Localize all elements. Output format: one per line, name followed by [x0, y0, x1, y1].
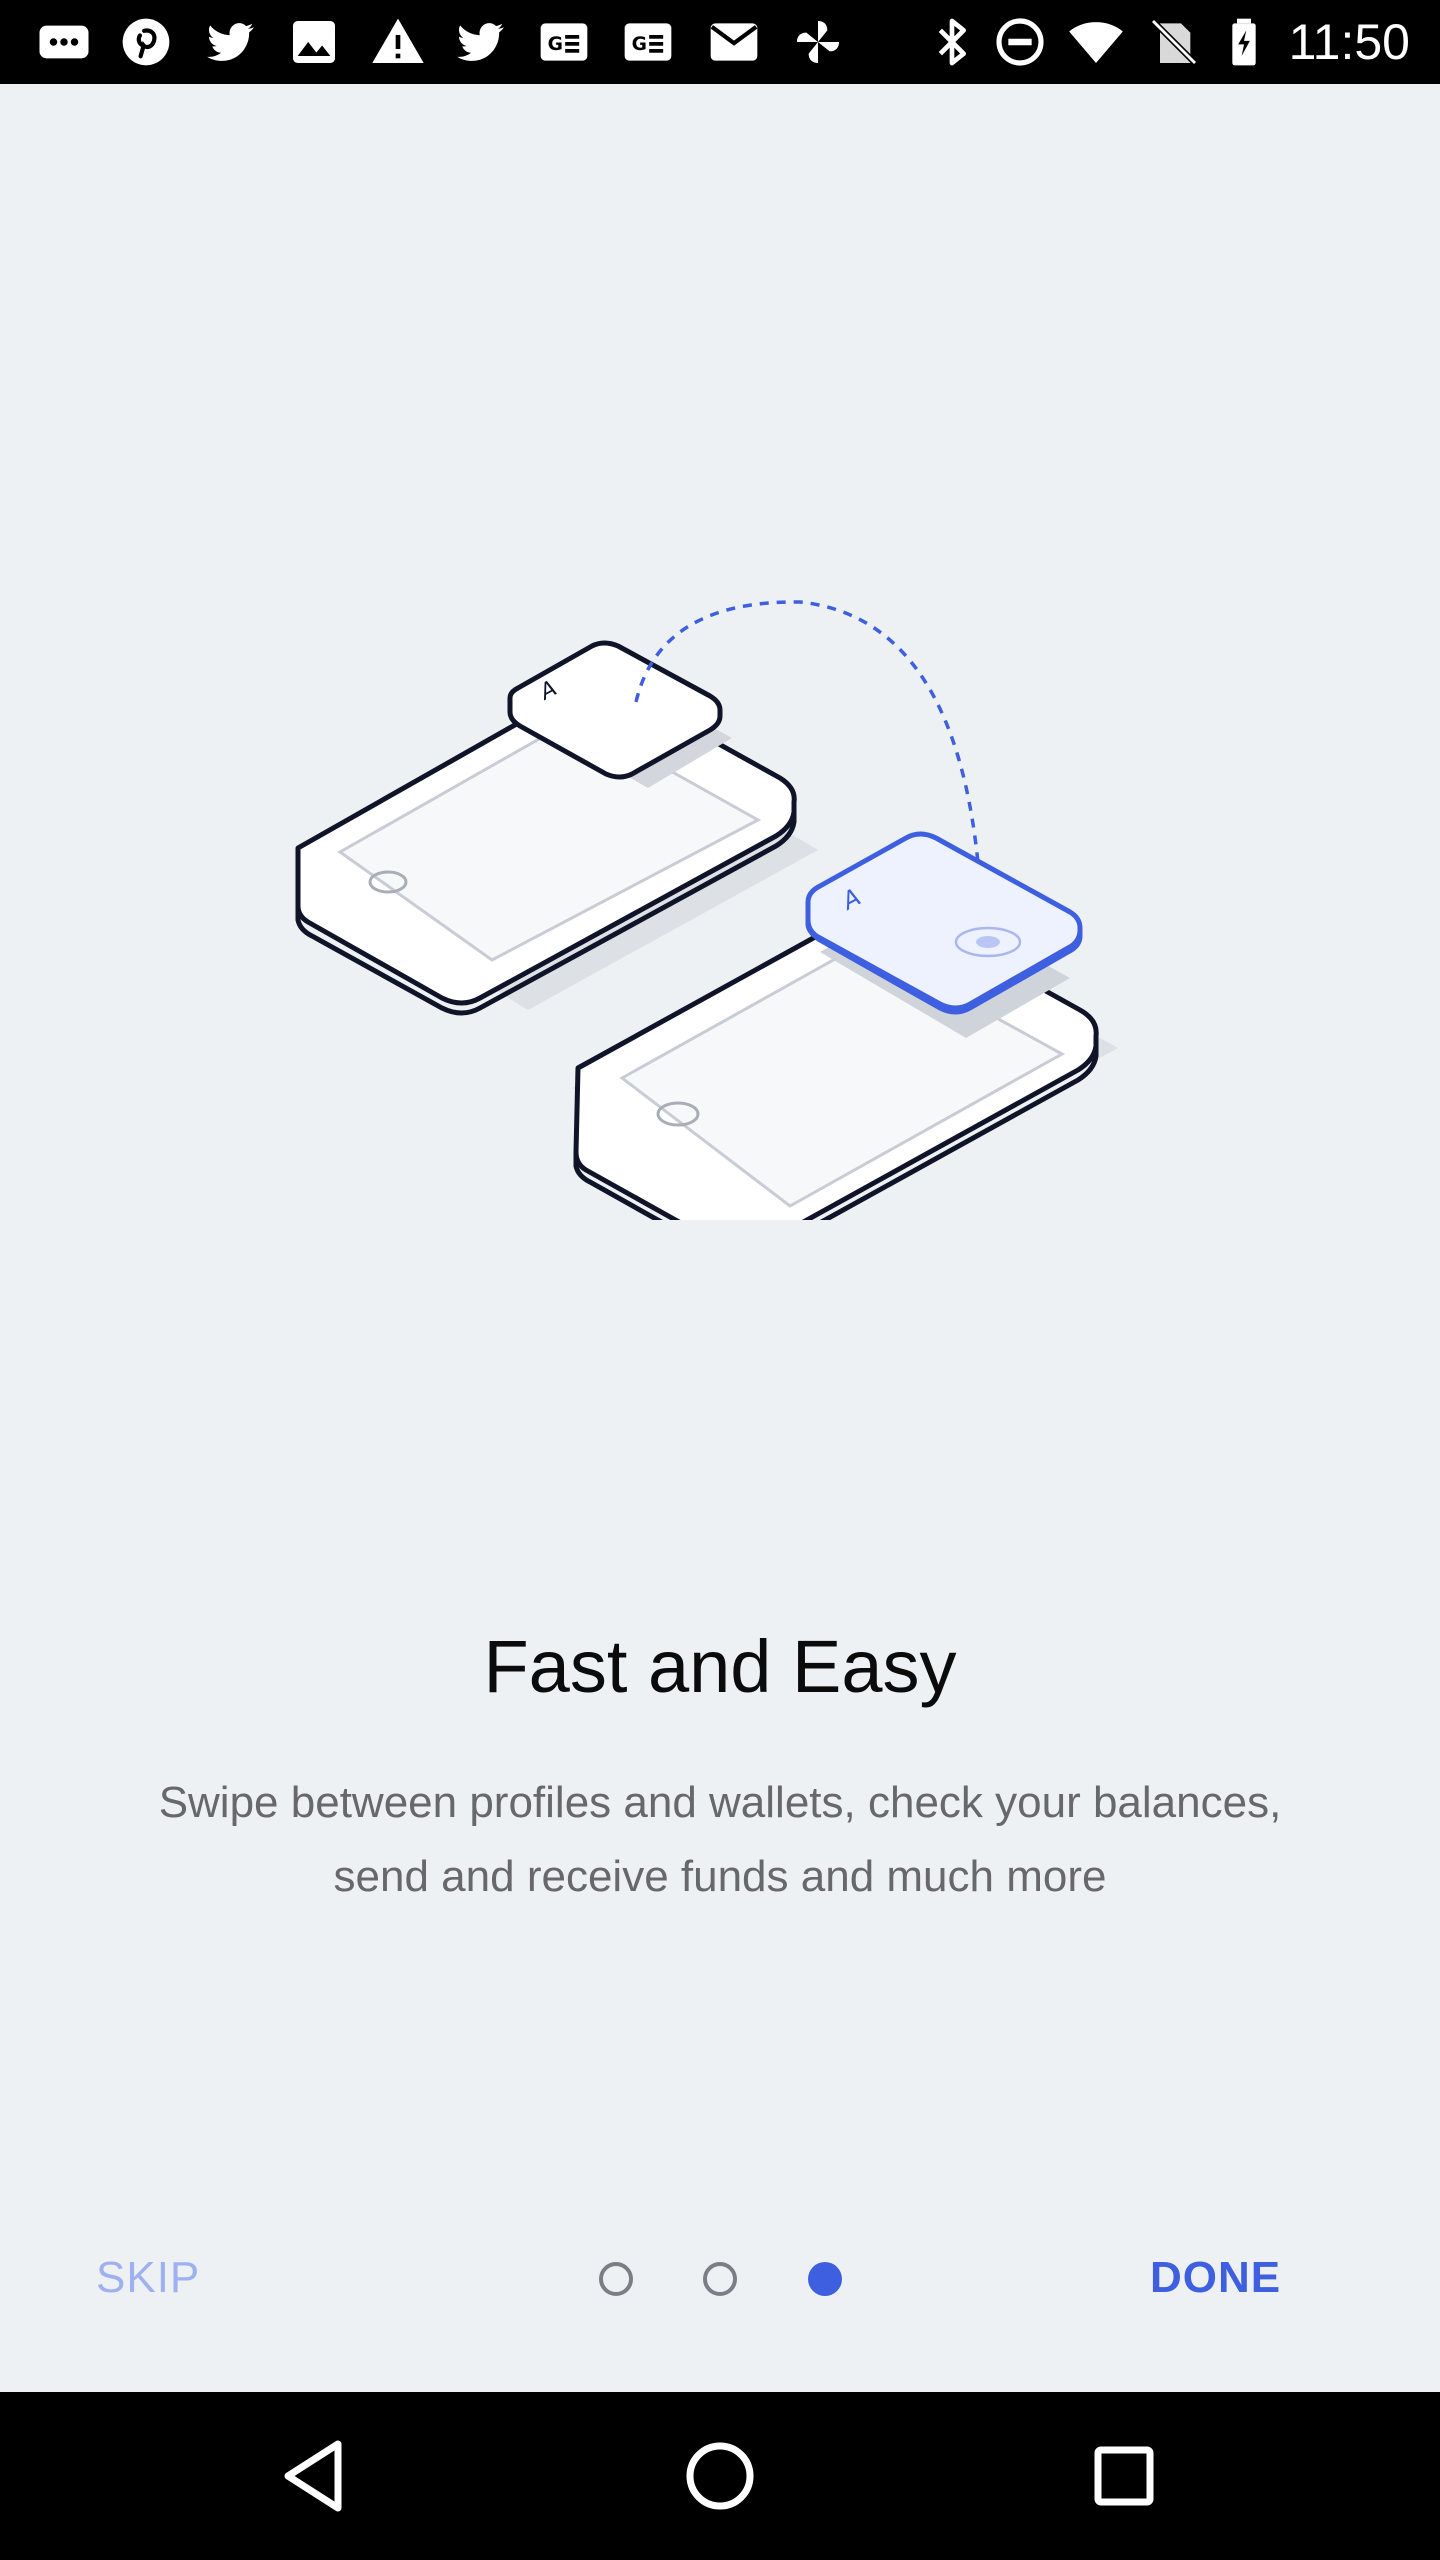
phones-transfer-illustration: A A [280, 580, 1160, 1220]
status-time: 11:50 [1289, 10, 1410, 74]
drop-target-center [976, 936, 1000, 948]
system-nav-bar [0, 2392, 1440, 2560]
pinwheel-icon [790, 14, 846, 70]
onboarding-title: Fast and Easy [0, 1622, 1440, 1712]
twitter-icon [202, 14, 258, 70]
do-not-disturb-icon [992, 14, 1048, 70]
news-icon: G [536, 14, 592, 70]
page-indicator-dot-3[interactable] [808, 2262, 842, 2296]
onboarding-illustration: A A [280, 580, 1160, 1220]
skip-button[interactable]: SKIP [96, 2248, 200, 2308]
page-indicator-dot-1[interactable] [599, 2262, 633, 2296]
wifi-icon [1068, 14, 1124, 70]
recents-icon[interactable] [1074, 2426, 1174, 2526]
pinterest-icon [118, 14, 174, 70]
bluetooth-icon [924, 14, 980, 70]
page-indicator-dot-2[interactable] [703, 2262, 737, 2296]
svg-text:G: G [632, 34, 647, 55]
no-sim-icon [1146, 14, 1202, 70]
done-button[interactable]: DONE [1150, 2248, 1281, 2308]
onboarding-description: Swipe between profiles and wallets, chec… [150, 1766, 1290, 1914]
onboarding-screen: G G 11:50 [0, 0, 1440, 2560]
home-icon[interactable] [670, 2426, 770, 2526]
back-icon[interactable] [266, 2426, 366, 2526]
twitter-icon [452, 14, 508, 70]
mail-icon [706, 14, 762, 70]
news-icon: G [620, 14, 676, 70]
svg-text:G: G [548, 34, 563, 55]
messaging-icon [36, 14, 92, 70]
status-bar: G G 11:50 [0, 0, 1440, 84]
image-icon [286, 14, 342, 70]
battery-charging-icon [1216, 14, 1272, 70]
warning-icon [370, 14, 426, 70]
